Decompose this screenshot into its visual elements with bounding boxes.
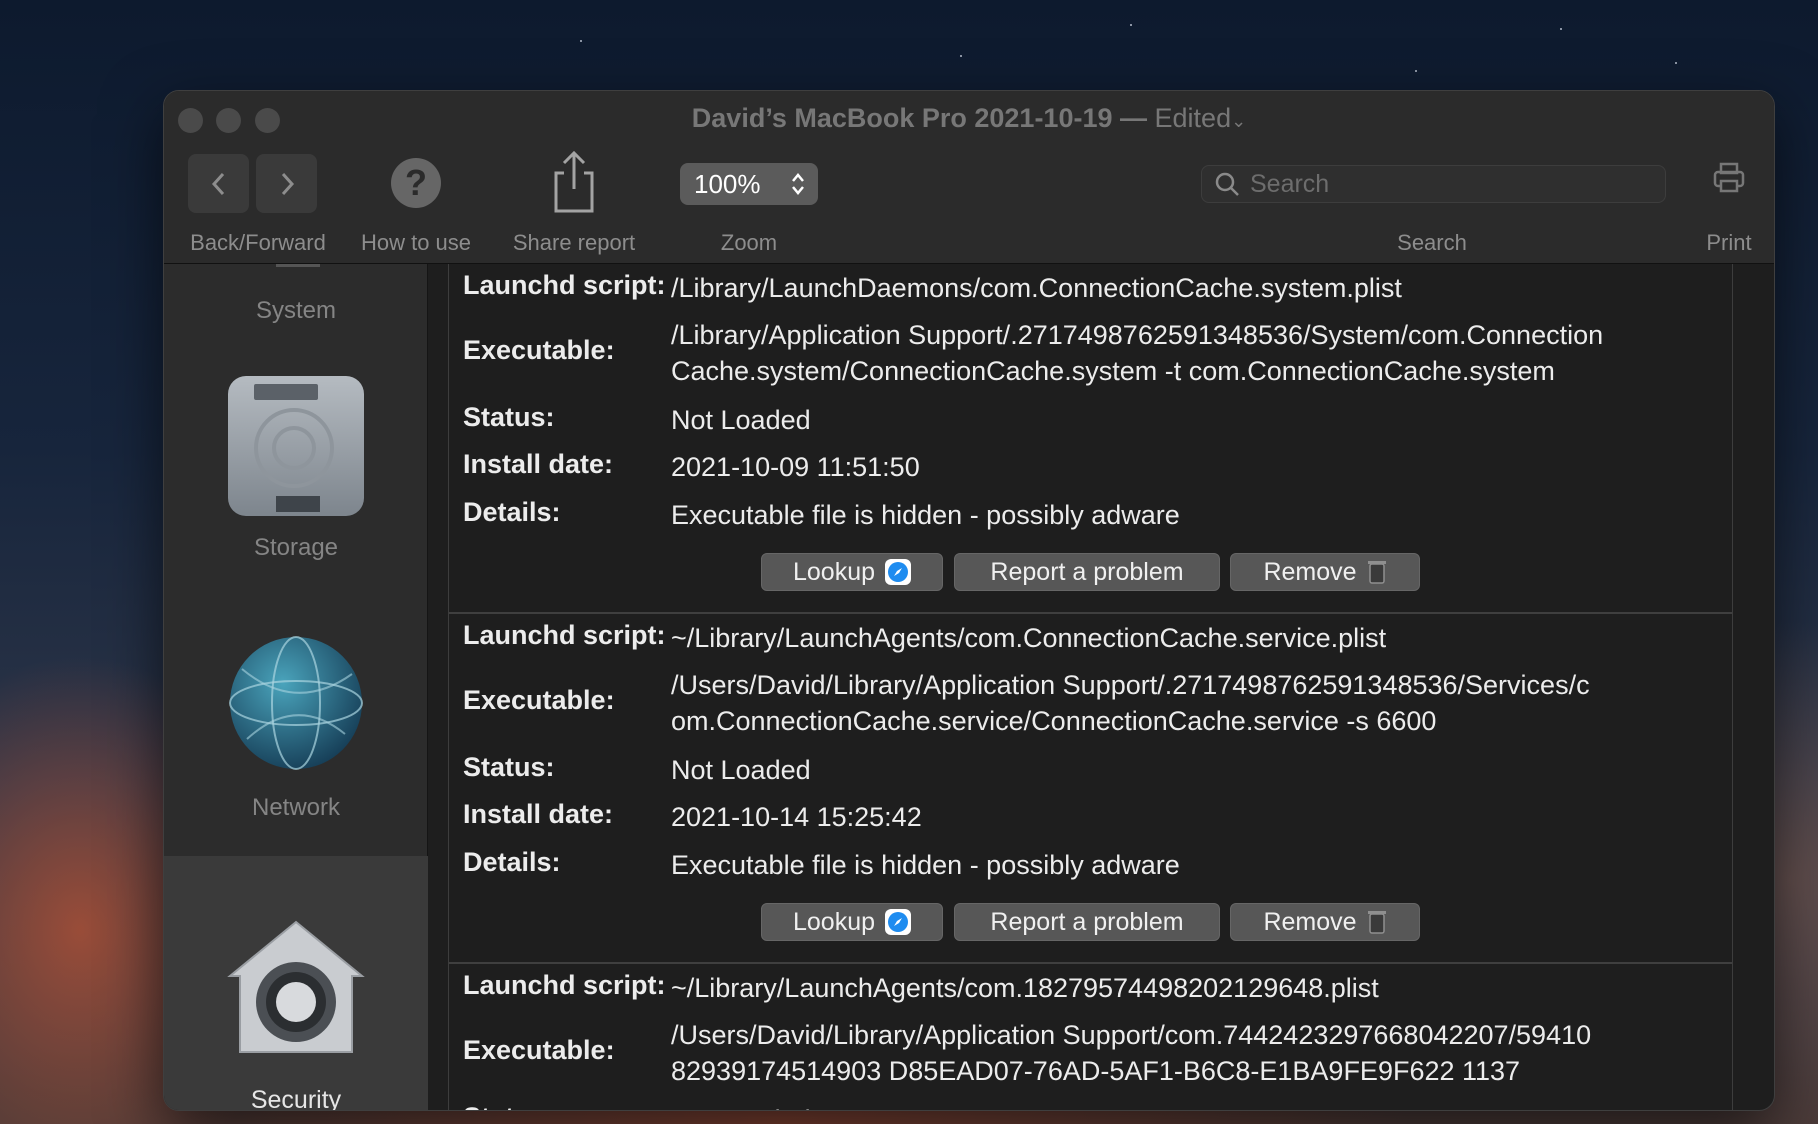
- back-button[interactable]: [188, 154, 249, 213]
- globe-icon: [229, 636, 363, 770]
- zoom-label: Zoom: [720, 230, 778, 255]
- star: [1415, 70, 1417, 72]
- print-label: Print: [1706, 230, 1752, 255]
- window-title: David’s MacBook Pro 2021-10-19 — Edited⌄: [164, 103, 1774, 134]
- printer-icon: [1713, 162, 1745, 193]
- install-date-label: Install date:: [463, 449, 614, 479]
- trash-icon: [1367, 911, 1386, 934]
- app-window: David’s MacBook Pro 2021-10-19 — Edited⌄…: [163, 90, 1775, 1111]
- executable-line: om.ConnectionCache.service/ConnectionCac…: [671, 706, 1437, 736]
- executable-label: Executable:: [463, 685, 615, 715]
- help-button[interactable]: ?: [391, 158, 441, 208]
- status-value: Not Loaded: [671, 1102, 1721, 1110]
- status-value: Not Loaded: [671, 755, 811, 785]
- trash-icon: [1367, 561, 1386, 584]
- executable-line: /Users/David/Library/Application Support…: [671, 670, 1590, 700]
- report-problem-button[interactable]: Report a problem: [954, 553, 1220, 591]
- sidebar-item-label: System: [255, 297, 336, 324]
- executable-line: 82939174514903 D85EAD07-76AD-5AF1-B6C8-E…: [671, 1056, 1521, 1086]
- star: [960, 55, 962, 57]
- launchd-script-value: /Library/LaunchDaemons/com.ConnectionCac…: [671, 273, 1402, 303]
- search-input[interactable]: [1248, 168, 1652, 200]
- sidebar-item-label: Network: [251, 794, 341, 821]
- sidebar-item-storage[interactable]: Storage: [164, 374, 428, 564]
- stepper-arrows-icon: [792, 173, 804, 195]
- safari-compass-icon: [885, 559, 912, 585]
- sidebar-item-network[interactable]: Network: [164, 634, 428, 824]
- zoom-stepper[interactable]: 100%: [680, 163, 818, 205]
- star: [1675, 62, 1677, 64]
- lookup-button[interactable]: Lookup: [761, 553, 943, 591]
- details-value: Executable file is hidden - possibly adw…: [671, 850, 1180, 880]
- status-label: Status:: [463, 402, 555, 432]
- executable-line: /Users/David/Library/Application Support…: [671, 1020, 1592, 1050]
- hard-drive-icon: [228, 376, 364, 516]
- chevron-down-icon: ⌄: [1231, 111, 1247, 131]
- remove-button[interactable]: Remove: [1230, 903, 1420, 941]
- zoom-value: 100%: [694, 168, 761, 199]
- lookup-label: Lookup: [792, 557, 876, 586]
- executable-label: Executable:: [463, 335, 615, 365]
- report-problem-button[interactable]: Report a problem: [954, 903, 1220, 941]
- system-icon: [276, 264, 320, 267]
- toolbar: David’s MacBook Pro 2021-10-19 — Edited⌄…: [164, 91, 1774, 264]
- launchd-script-value: ~/Library/LaunchAgents/com.ConnectionCac…: [671, 623, 1387, 653]
- executable-line: Cache.system/ConnectionCache.system -t c…: [671, 356, 1555, 386]
- star: [580, 40, 582, 42]
- executable-value: /Users/David/Library/Application Support…: [671, 1017, 1721, 1089]
- search-field[interactable]: [1201, 165, 1666, 203]
- sidebar-item-system[interactable]: System: [164, 264, 428, 344]
- edited-menu[interactable]: Edited⌄: [1155, 103, 1247, 133]
- forward-button[interactable]: [256, 154, 317, 213]
- safari-compass-icon: [885, 909, 912, 935]
- install-date-value: 2021-10-14 15:25:42: [671, 802, 922, 832]
- executable-label: Executable:: [463, 1035, 615, 1065]
- details-label: Details:: [463, 497, 561, 527]
- sidebar-item-security[interactable]: Security: [164, 856, 428, 1111]
- report-content: Launchd script: /Library/LaunchDaemons/c…: [448, 264, 1733, 1110]
- install-date-label: Install date:: [463, 799, 614, 829]
- title-separator: —: [1120, 103, 1148, 133]
- star: [1130, 24, 1132, 26]
- share-label: Share report: [512, 230, 636, 255]
- share-button[interactable]: [544, 149, 604, 215]
- star: [1560, 28, 1562, 30]
- remove-label: Remove: [1263, 557, 1357, 586]
- sidebar: System Storage Network Security: [164, 264, 428, 1110]
- install-date-value: 2021-10-09 11:51:50: [671, 452, 920, 482]
- edited-label: Edited: [1154, 103, 1232, 133]
- sidebar-item-label: Security: [250, 1086, 342, 1111]
- remove-label: Remove: [1263, 907, 1357, 936]
- security-house-icon: [227, 920, 365, 1053]
- title-text: David’s MacBook Pro 2021-10-19: [691, 103, 1113, 133]
- search-icon: [1215, 172, 1239, 196]
- executable-line: /Library/Application Support/.2717498762…: [671, 320, 1604, 350]
- remove-button[interactable]: Remove: [1230, 553, 1420, 591]
- print-button[interactable]: [1712, 161, 1746, 195]
- back-forward-label: Back/Forward: [190, 230, 326, 255]
- help-label: How to use: [360, 230, 472, 255]
- question-mark-icon: ?: [405, 162, 427, 203]
- launchd-script-label: Launchd script:: [463, 970, 666, 1000]
- chevron-left-icon: [211, 172, 224, 195]
- lookup-button[interactable]: Lookup: [761, 903, 943, 941]
- executable-value: /Library/Application Support/.2717498762…: [671, 317, 1721, 389]
- executable-value: /Users/David/Library/Application Support…: [671, 667, 1721, 739]
- search-label: Search: [1397, 230, 1467, 255]
- launchd-script-label: Launchd script:: [463, 620, 666, 650]
- launchd-entry: Launchd script: ~/Library/LaunchAgents/c…: [449, 964, 1732, 1110]
- lookup-label: Lookup: [792, 907, 876, 936]
- sidebar-item-label: Storage: [253, 534, 339, 561]
- report-label: Report a problem: [990, 907, 1184, 936]
- status-label: Status:: [463, 752, 555, 782]
- launchd-script-label: Launchd script:: [463, 270, 666, 300]
- chevron-right-icon: [281, 172, 294, 195]
- share-icon: [554, 150, 594, 213]
- report-label: Report a problem: [990, 557, 1184, 586]
- status-value: Not Loaded: [671, 405, 811, 435]
- details-value: Executable file is hidden - possibly adw…: [671, 500, 1180, 530]
- launchd-script-value: ~/Library/LaunchAgents/com.1827957449820…: [671, 973, 1379, 1003]
- status-label: Status:: [463, 1102, 555, 1110]
- details-label: Details:: [463, 847, 561, 877]
